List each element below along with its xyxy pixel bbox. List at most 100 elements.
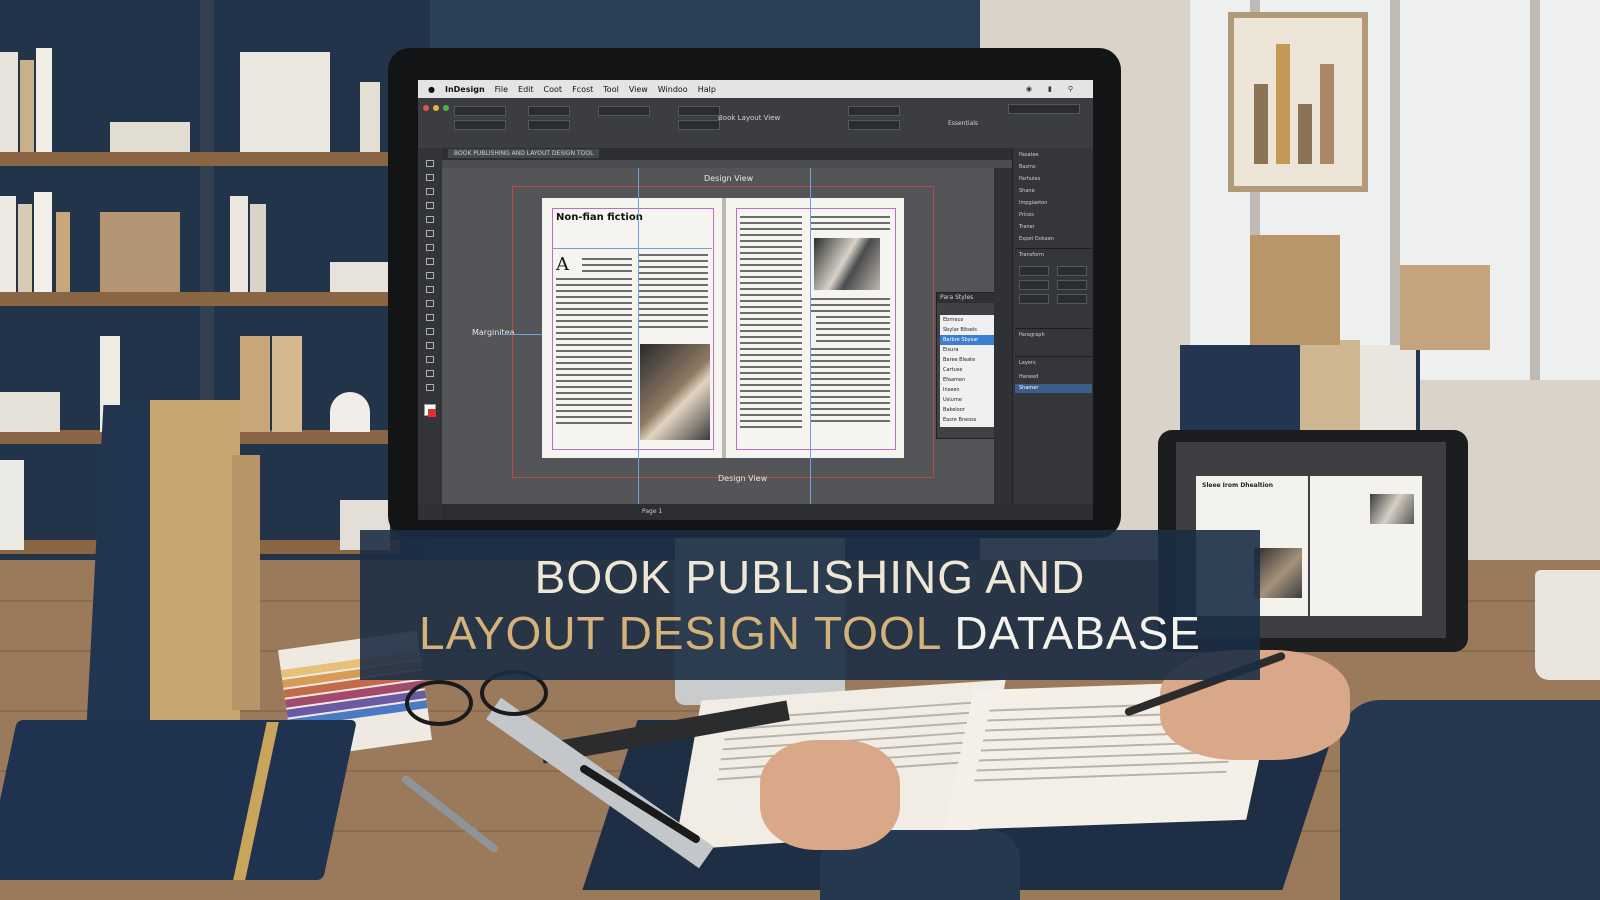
shear-field[interactable] — [678, 120, 720, 130]
notebook — [0, 720, 358, 880]
dock-item[interactable]: Prices — [1019, 212, 1034, 218]
rotate-field[interactable] — [678, 106, 720, 116]
note-tool-icon[interactable] — [426, 342, 434, 349]
battery-icon[interactable]: ▮ — [1048, 85, 1052, 93]
rectangle-tool-icon[interactable] — [426, 286, 434, 293]
page-photo-2[interactable] — [814, 238, 880, 290]
scissors-tool-icon[interactable] — [426, 300, 434, 307]
dock-item[interactable]: Expet Dokaen — [1019, 236, 1054, 242]
document-tab[interactable]: BOOK PUBLISHING AND LAYOUT DESIGN TOOL — [448, 149, 600, 158]
glasses — [405, 680, 473, 726]
dock-item[interactable]: Basms — [1019, 164, 1036, 170]
standing-book — [232, 455, 260, 710]
transform-angle-field[interactable] — [1019, 294, 1049, 304]
dock-item[interactable]: Parhules — [1019, 176, 1040, 182]
design-canvas[interactable]: Design View Design View Marginitea Non-f… — [442, 168, 1018, 504]
selection-tool-icon[interactable] — [426, 160, 434, 167]
stroke-style-field[interactable] — [848, 120, 900, 130]
menu-edit[interactable]: Edit — [518, 85, 534, 94]
y-field[interactable] — [454, 120, 506, 130]
menu-help[interactable]: Halp — [698, 85, 716, 94]
maximize-icon[interactable] — [443, 105, 449, 111]
height-field[interactable] — [528, 120, 570, 130]
dock-item[interactable]: Impgiaeton — [1019, 200, 1047, 206]
menu-tool[interactable]: Tool — [603, 85, 619, 94]
tablet-photo-2 — [1370, 494, 1414, 524]
type-tool-icon[interactable] — [426, 216, 434, 223]
width-field[interactable] — [528, 106, 570, 116]
transform-tool-icon[interactable] — [426, 314, 434, 321]
right-dock: Pasatee Basms Parhules Shane Impgiaeton … — [1012, 148, 1093, 504]
stroke-swatch-icon[interactable] — [428, 409, 436, 417]
menu-tray: ◉ ▮ ⚲ — [1026, 85, 1083, 93]
banner-line-2-gold: LAYOUT DESIGN TOOL — [419, 607, 941, 659]
minimize-icon[interactable] — [433, 105, 439, 111]
canvas-label-bottom: Design View — [718, 474, 768, 483]
layer-row[interactable]: Haneed — [1019, 374, 1038, 380]
left-page[interactable]: Non-fian fiction A — [542, 198, 722, 458]
direct-select-tool-icon[interactable] — [426, 174, 434, 181]
wifi-icon[interactable]: ◉ — [1026, 85, 1032, 93]
banner-line-2: LAYOUT DESIGN TOOL DATABASE — [360, 606, 1260, 660]
scale-field[interactable] — [598, 106, 650, 116]
standing-book — [150, 400, 240, 720]
page-photo[interactable] — [640, 344, 710, 440]
banner-line-2-white: DATABASE — [940, 607, 1201, 659]
transform-w-field[interactable] — [1057, 266, 1087, 276]
gap-tool-icon[interactable] — [426, 202, 434, 209]
right-page[interactable] — [726, 198, 904, 458]
zoom-tool-icon[interactable] — [426, 384, 434, 391]
transform-shear-field[interactable] — [1057, 294, 1087, 304]
panel-icon-strip — [994, 168, 1012, 504]
menu-app-name[interactable]: InDesign — [445, 85, 485, 94]
tablet-photo — [1254, 548, 1302, 598]
title-banner: BOOK PUBLISHING AND LAYOUT DESIGN TOOL D… — [360, 530, 1260, 680]
menu-layout[interactable]: Coot — [544, 85, 563, 94]
indesign-screen: ● InDesign File Edit Coot Fcost Tool Vie… — [418, 80, 1093, 520]
close-icon[interactable] — [423, 105, 429, 111]
frame-tool-icon[interactable] — [426, 272, 434, 279]
x-field[interactable] — [454, 106, 506, 116]
transform-h-field[interactable] — [1057, 280, 1087, 290]
banner-line-1: BOOK PUBLISHING AND — [534, 551, 1086, 603]
search-field[interactable] — [1008, 104, 1080, 114]
menu-view[interactable]: View — [629, 85, 648, 94]
tablet-heading: Sleee Irom Dhealtion — [1202, 482, 1274, 489]
eyedropper-tool-icon[interactable] — [426, 356, 434, 363]
menu-object[interactable]: Fcost — [572, 85, 593, 94]
apple-icon[interactable]: ● — [428, 85, 435, 94]
framed-art — [1228, 12, 1368, 192]
transform-panel-title[interactable]: Transform — [1019, 252, 1044, 258]
shelf — [0, 152, 400, 166]
menu-bar: ● InDesign File Edit Coot Fcost Tool Vie… — [418, 80, 1093, 98]
document-tabs: BOOK PUBLISHING AND LAYOUT DESIGN TOOL — [442, 148, 1012, 160]
dock-item[interactable]: Shane — [1019, 188, 1035, 194]
menu-file[interactable]: File — [495, 85, 508, 94]
tablet-right-page — [1310, 476, 1422, 616]
stroke-field[interactable] — [848, 106, 900, 116]
horizontal-ruler — [442, 160, 1012, 168]
layer-row-selected[interactable]: Shamer — [1019, 385, 1038, 391]
pen-tool-icon[interactable] — [426, 244, 434, 251]
transform-x-field[interactable] — [1019, 266, 1049, 276]
menu-window[interactable]: Windoo — [658, 85, 688, 94]
page-indicator[interactable]: Page 1 — [642, 508, 662, 515]
window-title: Book Layout View — [718, 114, 781, 122]
layers-panel-title[interactable]: Layers — [1019, 360, 1036, 366]
scene: ● InDesign File Edit Coot Fcost Tool Vie… — [0, 0, 1600, 900]
window-controls — [423, 105, 449, 111]
page-tool-icon[interactable] — [426, 188, 434, 195]
margin-label: Marginitea — [472, 328, 515, 337]
dock-item[interactable]: Pasatee — [1019, 152, 1039, 158]
paragraph-panel-title[interactable]: Paragraph — [1019, 332, 1045, 338]
shelf — [0, 292, 400, 306]
hand-tool-icon[interactable] — [426, 370, 434, 377]
transform-y-field[interactable] — [1019, 280, 1049, 290]
coffee-mug — [1535, 570, 1600, 680]
gradient-tool-icon[interactable] — [426, 328, 434, 335]
workspace-select[interactable]: Essentials — [948, 120, 978, 127]
dock-item[interactable]: Traner — [1019, 224, 1035, 230]
line-tool-icon[interactable] — [426, 230, 434, 237]
pencil-tool-icon[interactable] — [426, 258, 434, 265]
search-icon[interactable]: ⚲ — [1068, 85, 1073, 93]
